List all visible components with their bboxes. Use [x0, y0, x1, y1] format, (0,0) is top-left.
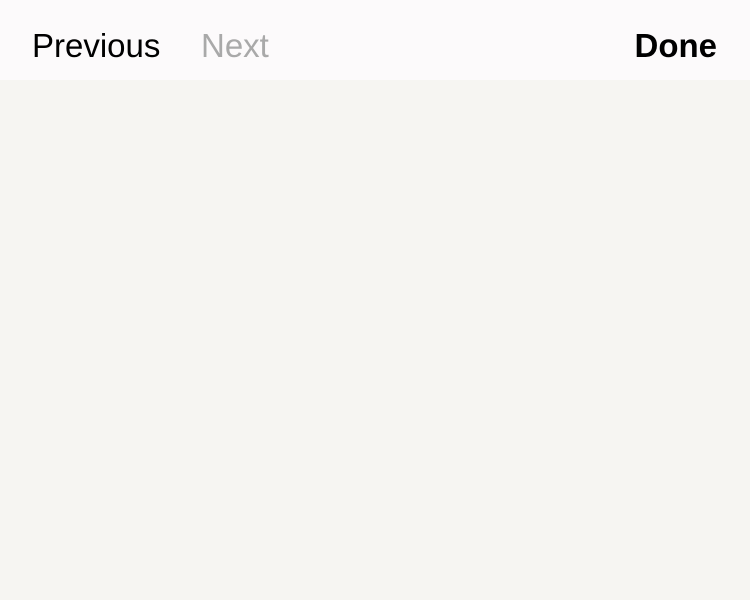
- next-button: Next: [201, 27, 269, 64]
- previous-button[interactable]: Previous: [32, 0, 160, 80]
- keyboard-accessory-screen: Previous Next Done: [0, 0, 750, 600]
- done-button[interactable]: Done: [635, 0, 718, 80]
- input-accessory-toolbar: Previous Next Done: [0, 0, 750, 80]
- content-area: [0, 80, 750, 600]
